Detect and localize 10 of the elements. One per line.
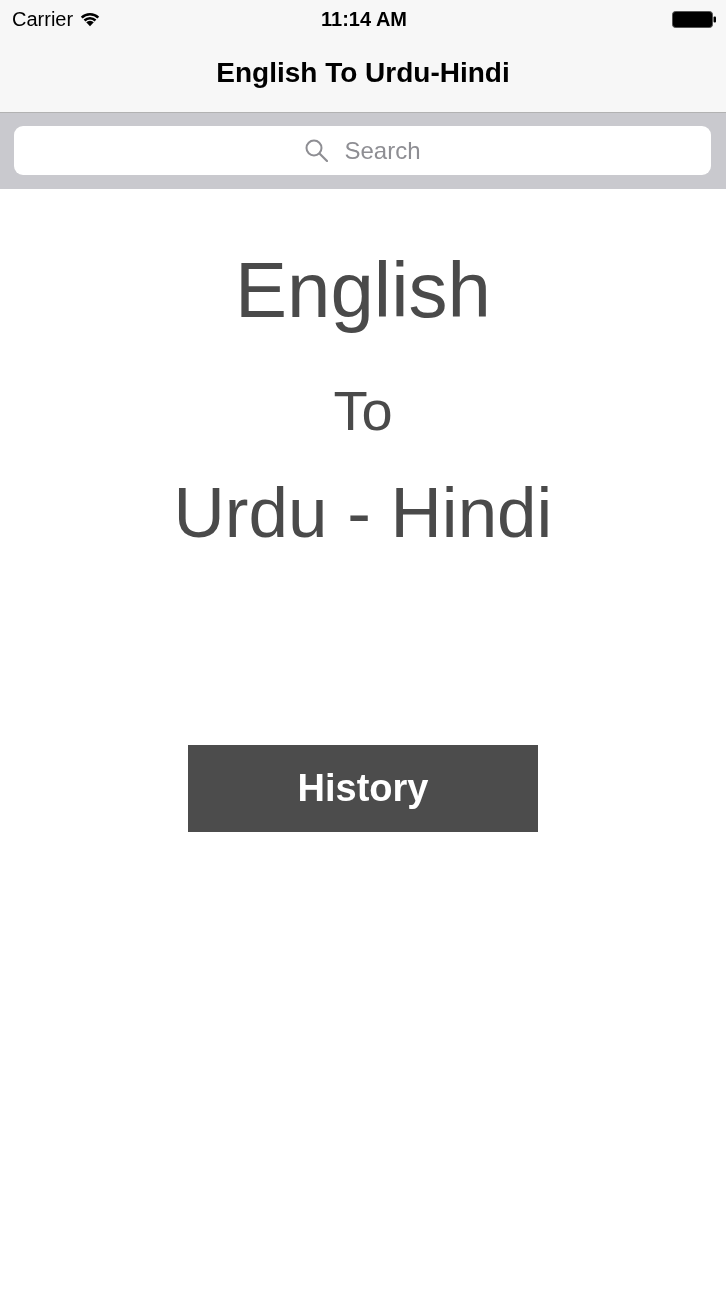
screen-title: English To Urdu-Hindi <box>216 57 510 89</box>
search-field[interactable]: Search <box>14 126 711 175</box>
heading-text: To <box>333 383 393 439</box>
heading-text: Urdu - Hindi <box>173 477 553 548</box>
search-icon <box>305 139 328 162</box>
carrier-name: Carrier <box>12 7 74 31</box>
battery-icon <box>672 10 716 28</box>
status-time: 11:14 AM <box>321 7 407 31</box>
history-button[interactable]: History <box>188 745 538 832</box>
wifi-icon <box>79 11 102 27</box>
